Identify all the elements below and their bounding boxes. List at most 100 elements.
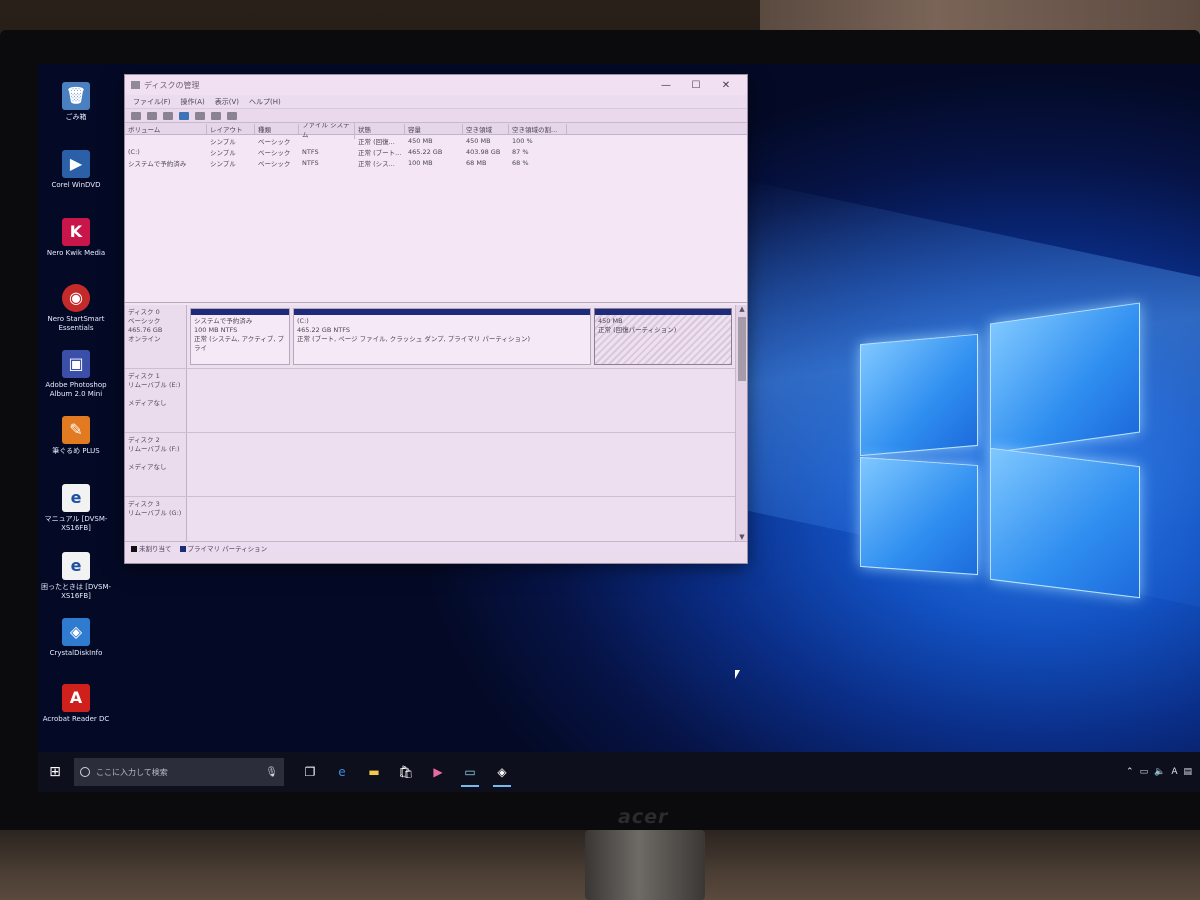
scroll-down-icon[interactable]: ▼ <box>736 533 748 541</box>
menu-action[interactable]: 操作(A) <box>181 97 205 107</box>
menu-help[interactable]: ヘルプ(H) <box>249 97 281 107</box>
desktop-icon-fudegurume[interactable]: ✎ 筆ぐるめ PLUS <box>38 416 114 456</box>
desktop-icon-manual-pdf[interactable]: e マニュアル [DVSM-XS16FB] <box>38 484 114 533</box>
console-tree-icon[interactable] <box>163 111 173 120</box>
column-header[interactable]: ボリューム <box>125 123 207 134</box>
volume-type: ベーシック <box>258 159 291 168</box>
view-icon[interactable] <box>227 111 237 120</box>
disk-row: ディスク 0 ベーシック 465.76 GB オンライン システムで予約済み 1… <box>125 305 737 369</box>
title-bar[interactable]: ディスクの管理 — ☐ ✕ <box>125 75 747 95</box>
microphone-icon[interactable]: 🎙 <box>265 767 278 778</box>
disk-info[interactable]: ディスク 2 リムーバブル (F:) メディアなし <box>125 433 187 496</box>
disk-info[interactable]: ディスク 0 ベーシック 465.76 GB オンライン <box>125 305 187 368</box>
photoshop-album-icon: ▣ <box>62 350 90 378</box>
volume-free-pct: 100 % <box>512 136 533 145</box>
disk-type: リムーバブル (G:) <box>128 509 182 517</box>
windows-start-icon[interactable]: ⊞ <box>44 764 66 780</box>
volume-free-pct: 68 % <box>512 158 529 167</box>
minimize-icon[interactable]: — <box>651 80 681 91</box>
close-icon[interactable]: ✕ <box>711 80 741 91</box>
edge-icon[interactable]: e <box>332 763 352 781</box>
volume-icon[interactable]: 🔈 <box>1154 767 1165 777</box>
desktop-icon-nero-kwik[interactable]: K Nero Kwik Media <box>38 218 114 258</box>
volume-type: ベーシック <box>258 148 291 157</box>
table-row[interactable]: (C:) シンプル ベーシック NTFS 正常 (ブート... 465.22 G… <box>125 146 747 157</box>
disk-type: リムーバブル (E:) <box>128 381 181 389</box>
volume-status: 正常 (ブート... <box>358 148 402 157</box>
media-player-icon[interactable]: ▶ <box>428 763 448 781</box>
column-header[interactable]: ファイル システム <box>299 123 355 139</box>
taskbar: ⊞ ここに入力して検索 🎙 ❐ e ▬ 🛍 ▶ ▭ ◈ ⌃ ▭ 🔈 A ▤ <box>38 752 1200 792</box>
scroll-up-icon[interactable]: ▲ <box>736 305 748 313</box>
disk-map: ディスク 0 ベーシック 465.76 GB オンライン システムで予約済み 1… <box>125 305 737 541</box>
column-header[interactable]: 容量 <box>405 123 463 134</box>
menu-view[interactable]: 表示(V) <box>215 97 239 107</box>
network-icon[interactable]: ▭ <box>1140 767 1149 777</box>
disk-info[interactable]: ディスク 1 リムーバブル (E:) メディアなし <box>125 369 187 432</box>
partition-size: 100 MB NTFS <box>194 326 238 334</box>
store-icon[interactable]: 🛍 <box>396 763 416 781</box>
volume-status: 正常 (シス... <box>358 159 395 168</box>
logo-pane <box>990 302 1140 454</box>
maximize-icon[interactable]: ☐ <box>681 80 711 91</box>
disk-row: ディスク 2 リムーバブル (F:) メディアなし <box>125 433 737 497</box>
disk-management-task-icon[interactable]: ▭ <box>460 763 480 787</box>
volume-capacity: 100 MB <box>408 158 433 167</box>
task-view-icon[interactable]: ❐ <box>300 763 320 781</box>
legend: 未割り当て プライマリ パーティション <box>125 541 747 553</box>
volume-type: ベーシック <box>258 137 291 146</box>
volume-name: システムで予約済み <box>128 159 187 168</box>
desktop-icon-acrobat[interactable]: A Acrobat Reader DC <box>38 684 114 724</box>
legend-label: プライマリ パーティション <box>187 544 268 553</box>
table-row[interactable]: シンプル ベーシック 正常 (回復... 450 MB 450 MB 100 % <box>125 135 747 146</box>
primary-swatch <box>179 545 186 552</box>
legend-item-primary: プライマリ パーティション <box>179 543 268 553</box>
search-icon <box>80 767 90 777</box>
empty-partition-area <box>187 369 737 432</box>
disk-map-scrollbar[interactable]: ▲ ▼ <box>735 305 747 541</box>
desktop-icon-crystaldiskinfo[interactable]: ◈ CrystalDiskInfo <box>38 618 114 658</box>
menu-file[interactable]: ファイル(F) <box>133 97 171 107</box>
search-placeholder: ここに入力して検索 <box>96 767 168 777</box>
search-box[interactable]: ここに入力して検索 🎙 <box>74 758 284 786</box>
table-row[interactable]: システムで予約済み シンプル ベーシック NTFS 正常 (シス... 100 … <box>125 157 747 168</box>
rescan-icon[interactable] <box>211 111 221 120</box>
scroll-thumb[interactable] <box>738 317 746 381</box>
window-title: ディスクの管理 <box>144 80 200 90</box>
forward-icon[interactable] <box>147 111 157 120</box>
desktop-icon-windvd[interactable]: ▶ Corel WinDVD <box>38 150 114 190</box>
column-header[interactable]: 状態 <box>355 123 405 134</box>
volume-free: 68 MB <box>466 158 487 167</box>
desktop-icon-help-pdf[interactable]: e 困ったときは [DVSM-XS16FB] <box>38 552 114 601</box>
desktop-icon-recycle-bin[interactable]: 🗑 ごみ箱 <box>38 82 114 122</box>
desktop-icon-photoshop-album[interactable]: ▣ Adobe Photoshop Album 2.0 Mini <box>38 350 114 399</box>
partition-system-reserved[interactable]: システムで予約済み 100 MB NTFS 正常 (システム, アクティブ, プ… <box>190 308 290 365</box>
volume-layout: シンプル <box>210 137 236 146</box>
partition-c-drive[interactable]: (C:) 465.22 GB NTFS 正常 (ブート, ページ ファイル, ク… <box>293 308 591 365</box>
volume-fs: NTFS <box>302 147 319 156</box>
volume-free: 403.98 GB <box>466 147 501 156</box>
disk-size: 465.76 GB <box>128 326 163 334</box>
windvd-icon: ▶ <box>62 150 90 178</box>
column-header[interactable]: 空き領域の割... <box>509 123 567 134</box>
fudegurume-icon: ✎ <box>62 416 90 444</box>
show-hidden-icons-icon[interactable]: ⌃ <box>1126 767 1134 777</box>
disk-info[interactable]: ディスク 3 リムーバブル (G:) <box>125 497 187 541</box>
column-header[interactable]: レイアウト <box>207 123 255 134</box>
file-explorer-icon[interactable]: ▬ <box>364 763 384 781</box>
ime-indicator[interactable]: A <box>1171 767 1177 777</box>
action-center-icon[interactable]: ▤ <box>1183 767 1192 777</box>
acrobat-icon: A <box>62 684 90 712</box>
crystaldiskinfo-task-icon[interactable]: ◈ <box>492 763 512 787</box>
back-icon[interactable] <box>131 111 141 120</box>
desktop-icon-nero-startsmart[interactable]: ◉ Nero StartSmart Essentials <box>38 284 114 333</box>
empty-partition-area <box>187 433 737 496</box>
properties-icon[interactable] <box>195 111 205 120</box>
column-header[interactable]: 空き領域 <box>463 123 509 134</box>
volume-free-pct: 87 % <box>512 147 529 156</box>
column-header[interactable]: 種類 <box>255 123 299 134</box>
partition-recovery[interactable]: 450 MB 正常 (回復パーティション) <box>594 308 732 365</box>
disk-management-icon <box>131 81 140 89</box>
disk-management-window: ディスクの管理 — ☐ ✕ ファイル(F) 操作(A) 表示(V) ヘルプ(H) <box>124 74 748 564</box>
help-icon[interactable] <box>179 111 189 120</box>
